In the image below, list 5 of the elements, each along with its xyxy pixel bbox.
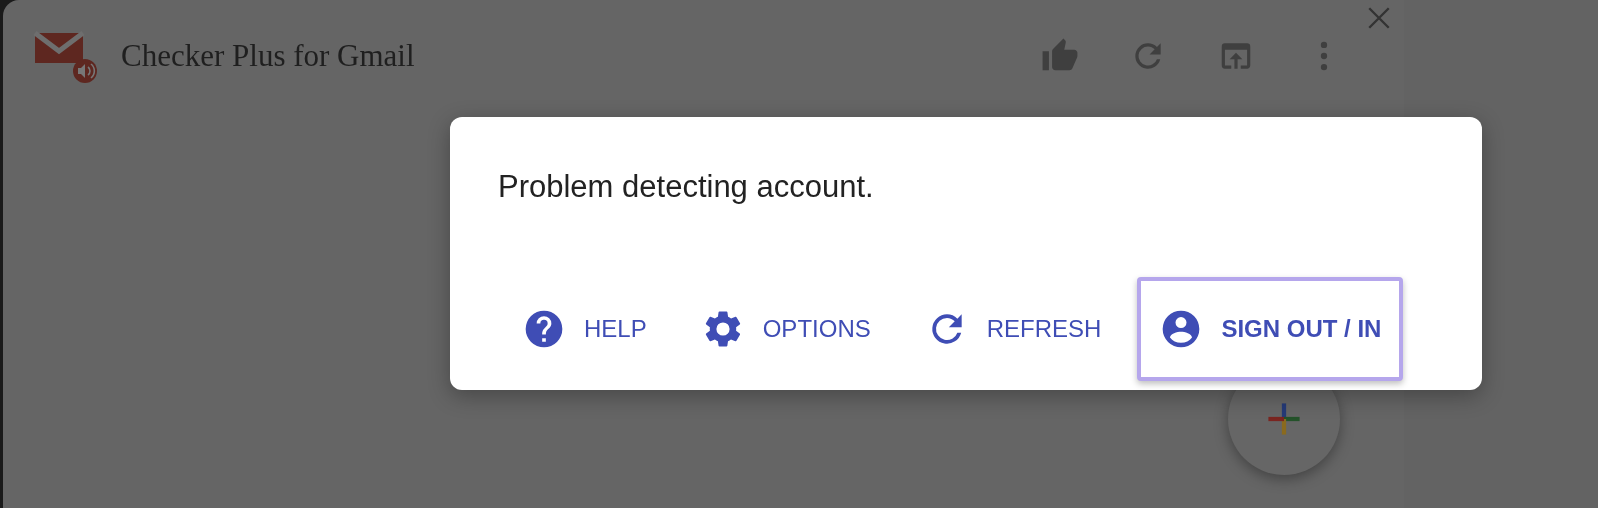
dialog-message: Problem detecting account. [498,169,875,205]
window-title: Checker Plus for Gmail [121,38,415,74]
plus-icon [1267,402,1301,436]
close-icon[interactable] [1366,5,1392,31]
account-button[interactable]: SIGN OUT / IN [1137,277,1404,381]
